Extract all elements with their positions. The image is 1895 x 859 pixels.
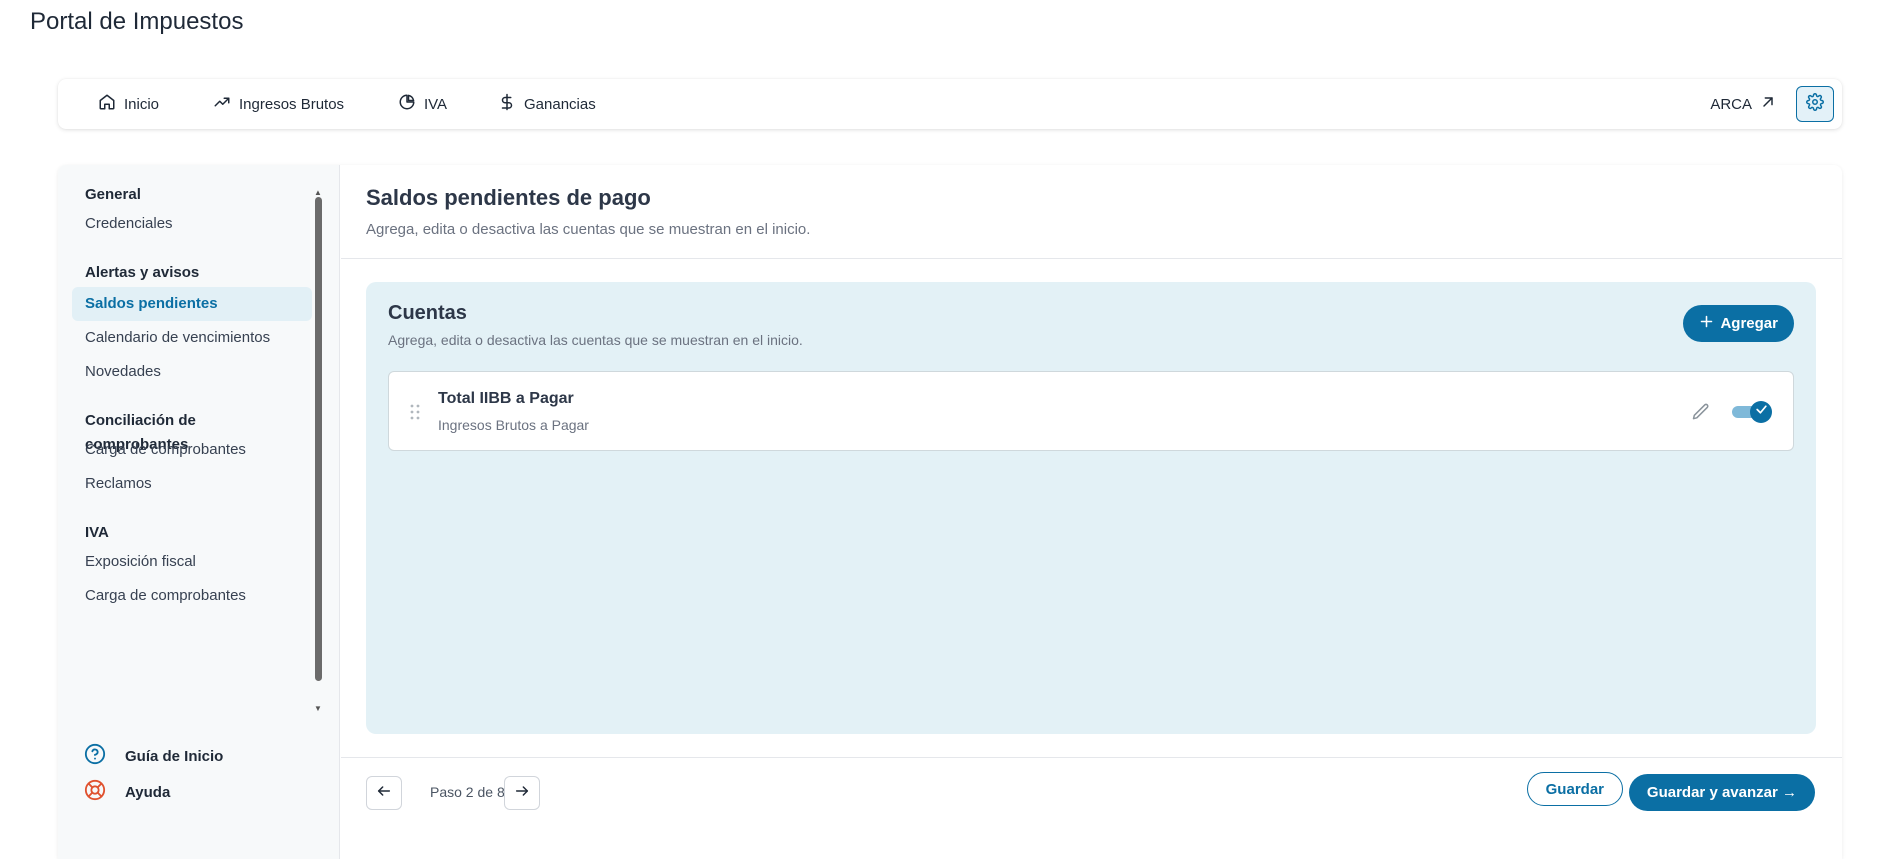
pencil-icon[interactable] xyxy=(1691,402,1711,422)
sidebar-item-calendario[interactable]: Calendario de vencimientos xyxy=(72,321,312,355)
arrow-up-right-icon xyxy=(1760,94,1776,114)
gear-icon xyxy=(1806,92,1824,116)
sidebar-item-reclamos[interactable]: Reclamos xyxy=(72,467,312,501)
page-title: Saldos pendientes de pago xyxy=(366,185,651,210)
next-step-button[interactable] xyxy=(504,776,540,810)
nav-item-ingresos-brutos[interactable]: Ingresos Brutos xyxy=(213,79,344,129)
sidebar-list[interactable]: General Credenciales Alertas y avisos Sa… xyxy=(72,183,312,613)
add-account-button[interactable]: Agregar xyxy=(1683,305,1794,342)
arca-external-link[interactable]: ARCA xyxy=(1710,94,1776,114)
sidebar-section-conciliacion: Conciliación de comprobantes xyxy=(85,412,196,453)
nav-item-ganancias[interactable]: Ganancias xyxy=(498,79,596,129)
save-button[interactable]: Guardar xyxy=(1526,772,1623,806)
trending-up-icon xyxy=(213,93,231,115)
sidebar-item-exposicion-fiscal[interactable]: Exposición fiscal xyxy=(72,545,312,579)
help-circle-icon xyxy=(84,743,106,769)
sidebar-item-credenciales[interactable]: Credenciales xyxy=(72,207,312,241)
lifebuoy-icon xyxy=(84,779,106,805)
sidebar-item-novedades[interactable]: Novedades xyxy=(72,355,312,389)
account-description: Ingresos Brutos a Pagar xyxy=(438,417,589,433)
guia-de-inicio-link[interactable]: Guía de Inicio xyxy=(84,738,223,774)
page-subtitle: Agrega, edita o desactiva las cuentas qu… xyxy=(366,221,811,238)
nav-item-label: Ingresos Brutos xyxy=(239,95,345,113)
sidebar-item-carga-comprobantes[interactable]: Carga de comprobantes xyxy=(72,433,312,467)
sidebar-scrollbar[interactable]: ▲ ▼ xyxy=(313,189,323,713)
arrow-right-icon xyxy=(514,783,530,804)
scrollbar-thumb[interactable] xyxy=(315,197,322,681)
sidebar-item-saldos-pendientes[interactable]: Saldos pendientes xyxy=(72,287,312,321)
accounts-title: Cuentas xyxy=(388,302,467,324)
step-indicator: Paso 2 de 8 xyxy=(430,784,505,800)
account-enabled-toggle[interactable] xyxy=(1732,401,1772,423)
divider xyxy=(341,258,1842,259)
ayuda-link[interactable]: Ayuda xyxy=(84,774,223,810)
settings-button[interactable] xyxy=(1796,86,1834,122)
account-name: Total IIBB a Pagar xyxy=(438,390,574,407)
pie-chart-icon xyxy=(398,93,416,115)
sidebar-section-general: General xyxy=(85,186,141,203)
check-icon xyxy=(1755,403,1768,421)
scroll-up-arrow[interactable]: ▲ xyxy=(313,189,323,197)
nav-item-label: IVA xyxy=(424,95,448,113)
accounts-subtitle: Agrega, edita o desactiva las cuentas qu… xyxy=(388,332,803,348)
app-title: Portal de Impuestos xyxy=(30,8,244,35)
dollar-icon xyxy=(498,93,516,115)
nav-item-iva[interactable]: IVA xyxy=(398,79,447,129)
accounts-section: Cuentas Agrega, edita o desactiva las cu… xyxy=(366,282,1816,734)
ayuda-label: Ayuda xyxy=(125,783,171,801)
nav-item-inicio[interactable]: Inicio xyxy=(98,79,159,129)
sidebar-section-iva: IVA xyxy=(85,524,109,541)
plus-icon xyxy=(1699,314,1714,333)
scroll-down-arrow[interactable]: ▼ xyxy=(313,705,323,713)
nav-item-label: Ganancias xyxy=(524,95,596,113)
top-navigation: Inicio Ingresos Brutos IVA Ganancias ARC… xyxy=(58,79,1842,129)
account-item: Total IIBB a Pagar Ingresos Brutos a Pag… xyxy=(388,371,1794,451)
nav-item-label: Inicio xyxy=(124,95,160,113)
guia-de-inicio-label: Guía de Inicio xyxy=(125,747,224,765)
home-icon xyxy=(98,93,116,115)
add-account-label: Agregar xyxy=(1720,315,1778,332)
arca-link-label: ARCA xyxy=(1710,95,1752,113)
toggle-knob xyxy=(1750,401,1772,423)
drag-handle-icon[interactable] xyxy=(410,404,420,420)
arrow-left-icon xyxy=(376,783,392,804)
save-and-next-button[interactable]: Guardar y avanzar → xyxy=(1628,774,1815,811)
settings-panel: General Credenciales Alertas y avisos Sa… xyxy=(58,165,1842,859)
sidebar-section-alertas: Alertas y avisos xyxy=(85,264,200,281)
sidebar-item-carga-comprobantes-iva[interactable]: Carga de comprobantes xyxy=(72,579,312,613)
divider xyxy=(341,757,1842,758)
sidebar: General Credenciales Alertas y avisos Sa… xyxy=(58,165,340,859)
previous-step-button[interactable] xyxy=(366,776,402,810)
main-content: Saldos pendientes de pago Agrega, edita … xyxy=(341,165,1842,859)
